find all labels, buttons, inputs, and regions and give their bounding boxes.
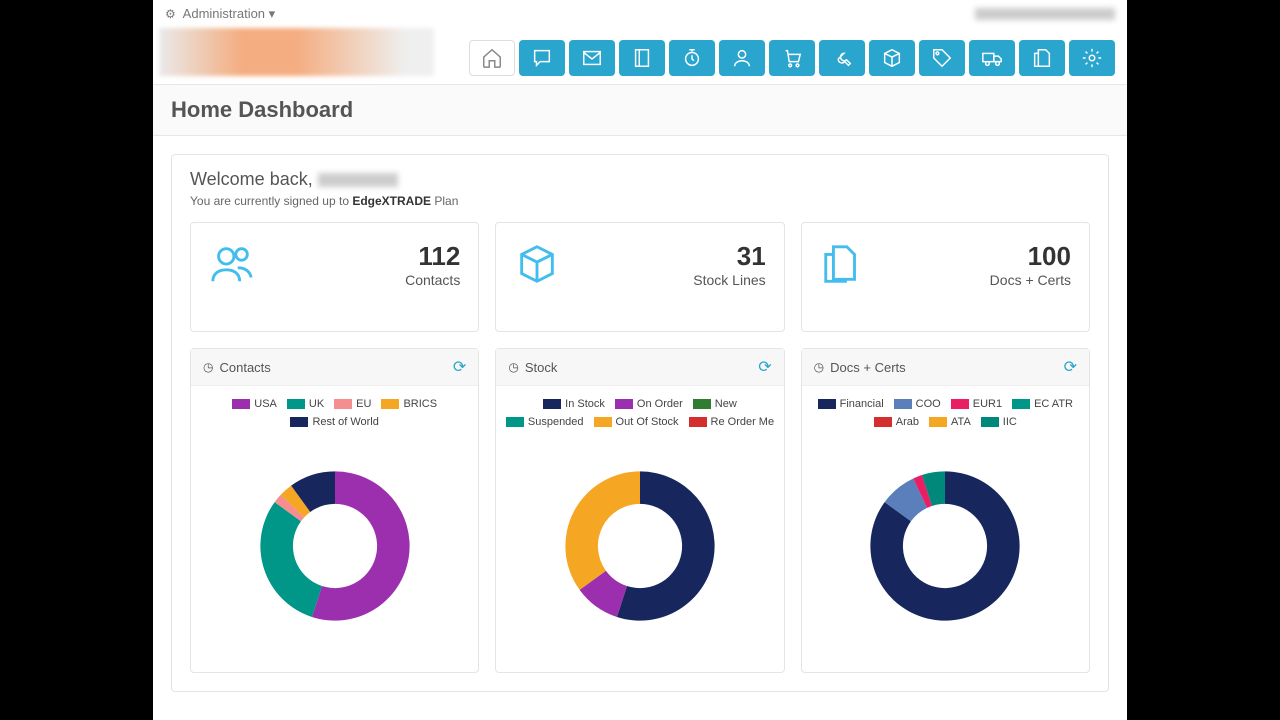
nav-user[interactable] xyxy=(719,40,765,76)
plan-text: You are currently signed up to EdgeXTRAD… xyxy=(190,194,1090,208)
gear-icon: ⚙ xyxy=(165,7,176,21)
clock-icon: ◷ xyxy=(203,360,213,374)
nav-truck[interactable] xyxy=(969,40,1015,76)
panel-stock: ◷ Stock ⟳ In StockOn OrderNewSuspendedOu… xyxy=(495,348,784,673)
chart-legend: FinancialCOOEUR1EC ATRArabATAIIC xyxy=(810,398,1081,428)
donut-chart xyxy=(199,436,470,656)
nav-tag[interactable] xyxy=(919,40,965,76)
card-stock[interactable]: 31Stock Lines xyxy=(495,222,784,332)
nav-settings[interactable] xyxy=(1069,40,1115,76)
nav-clock[interactable] xyxy=(669,40,715,76)
panel-title: Docs + Certs xyxy=(830,360,906,375)
topbar: ⚙ Administration ▾ xyxy=(153,0,1127,28)
chart-legend: USAUKEUBRICSRest of World xyxy=(199,398,470,428)
page-title: Home Dashboard xyxy=(171,97,1109,123)
nav-wrench[interactable] xyxy=(819,40,865,76)
admin-menu[interactable]: ⚙ Administration ▾ xyxy=(165,6,275,22)
page-title-bar: Home Dashboard xyxy=(153,84,1127,136)
panel-docs: ◷ Docs + Certs ⟳ FinancialCOOEUR1EC ATRA… xyxy=(801,348,1090,673)
welcome-heading: Welcome back, xyxy=(190,169,1090,190)
logo xyxy=(159,28,434,76)
panel-title: Stock xyxy=(525,360,558,375)
nav-docs[interactable] xyxy=(1019,40,1065,76)
user-menu[interactable] xyxy=(975,8,1115,20)
card-contacts[interactable]: 112Contacts xyxy=(190,222,479,332)
users-icon xyxy=(209,241,255,287)
chart-legend: In StockOn OrderNewSuspendedOut Of Stock… xyxy=(504,398,775,428)
nav-mail[interactable] xyxy=(569,40,615,76)
clock-icon: ◷ xyxy=(814,360,824,374)
box-icon xyxy=(514,241,560,287)
nav-chat[interactable] xyxy=(519,40,565,76)
nav-cart[interactable] xyxy=(769,40,815,76)
donut-chart xyxy=(504,436,775,656)
refresh-icon[interactable]: ⟳ xyxy=(1064,357,1077,377)
nav-home[interactable] xyxy=(469,40,515,76)
card-docs[interactable]: 100Docs + Certs xyxy=(801,222,1090,332)
docs-icon xyxy=(820,241,866,287)
nav-box[interactable] xyxy=(869,40,915,76)
panel-contacts: ◷ Contacts ⟳ USAUKEUBRICSRest of World xyxy=(190,348,479,673)
refresh-icon[interactable]: ⟳ xyxy=(758,357,771,377)
donut-chart xyxy=(810,436,1081,656)
clock-icon: ◷ xyxy=(508,360,518,374)
panel-title: Contacts xyxy=(219,360,270,375)
welcome-panel: Welcome back, You are currently signed u… xyxy=(171,154,1109,692)
refresh-icon[interactable]: ⟳ xyxy=(453,357,466,377)
nav-book[interactable] xyxy=(619,40,665,76)
chevron-down-icon: ▾ xyxy=(269,6,276,21)
nav-icons xyxy=(469,40,1115,76)
